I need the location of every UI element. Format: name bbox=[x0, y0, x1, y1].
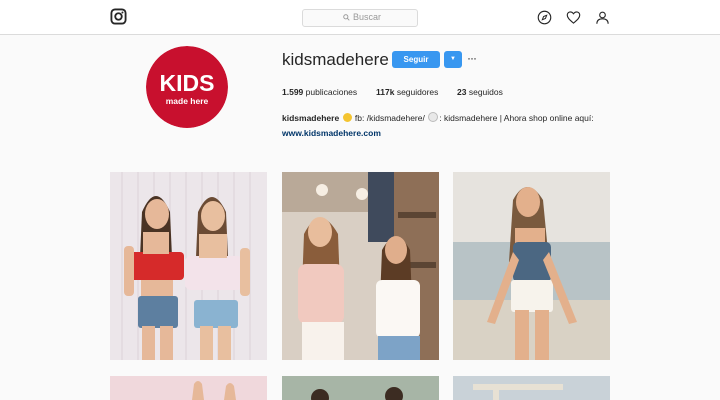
search-input[interactable]: Buscar bbox=[302, 9, 418, 27]
post-thumbnail[interactable] bbox=[453, 172, 610, 360]
post-thumbnail[interactable] bbox=[282, 376, 439, 400]
posts-stat: 1.599 publicaciones bbox=[282, 87, 357, 97]
post-thumbnail[interactable] bbox=[282, 172, 439, 360]
avatar-tagline: made here bbox=[166, 96, 209, 106]
top-navbar: Buscar bbox=[0, 0, 720, 35]
instagram-icon[interactable] bbox=[110, 8, 127, 25]
avatar[interactable]: KIDS made here bbox=[146, 46, 228, 128]
post-thumbnail[interactable] bbox=[453, 376, 610, 400]
followers-label: seguidores bbox=[396, 87, 439, 97]
bio-text-1: fb: /kidsmadehere/ bbox=[354, 113, 425, 123]
post-thumbnail[interactable] bbox=[110, 172, 267, 360]
follow-button[interactable]: Seguir bbox=[392, 51, 440, 68]
posts-count: 1.599 bbox=[282, 87, 304, 97]
bio-text-2: : kidsmadehere | Ahora shop online aquí: bbox=[439, 113, 594, 123]
following-count: 23 bbox=[457, 87, 467, 97]
more-options-icon[interactable]: ··· bbox=[467, 51, 477, 66]
search-icon bbox=[343, 14, 350, 21]
smile-emoji-icon bbox=[342, 113, 352, 122]
website-link[interactable]: www.kidsmadehere.com bbox=[282, 128, 381, 138]
user-icon[interactable] bbox=[595, 10, 610, 25]
followers-count: 117k bbox=[376, 87, 395, 97]
followers-stat[interactable]: 117k seguidores bbox=[376, 87, 438, 97]
follow-dropdown-button[interactable]: ▼ bbox=[444, 51, 462, 68]
avatar-brand-text: KIDS bbox=[160, 70, 215, 96]
following-stat[interactable]: 23 seguidos bbox=[457, 87, 503, 97]
search-placeholder: Buscar bbox=[353, 12, 382, 22]
profile-username: kidsmadehere bbox=[282, 50, 389, 69]
posts-label: publicaciones bbox=[305, 87, 358, 97]
following-label: seguidos bbox=[468, 87, 503, 97]
profile-bio: kidsmadehere fb: /kidsmadehere/ : kidsma… bbox=[282, 112, 594, 123]
compass-icon[interactable] bbox=[537, 10, 552, 25]
heart-icon[interactable] bbox=[566, 10, 581, 25]
bio-name: kidsmadehere bbox=[282, 113, 340, 123]
ghost-emoji-icon bbox=[428, 112, 439, 122]
post-thumbnail[interactable] bbox=[110, 376, 267, 400]
